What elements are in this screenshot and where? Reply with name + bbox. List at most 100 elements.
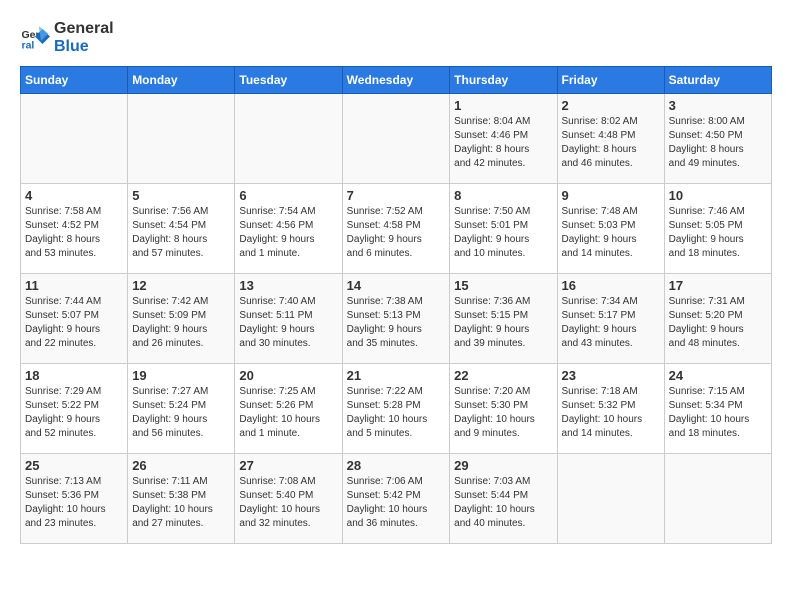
- week-row-4: 25Sunrise: 7:13 AM Sunset: 5:36 PM Dayli…: [21, 454, 772, 544]
- week-row-1: 4 Sunrise: 7:58 AM Sunset: 4:52 PM Daylig…: [21, 184, 772, 274]
- day-info: Sunrise: 7:08 AM Sunset: 5:40 PM Dayligh…: [239, 475, 337, 531]
- header-saturday: Saturday: [664, 67, 771, 94]
- calendar-header-row: SundayMondayTuesdayWednesdayThursdayFrid…: [21, 67, 772, 94]
- calendar-cell: 15Sunrise: 7:36 AM Sunset: 5:15 PM Dayli…: [450, 274, 557, 364]
- day-number: 29: [454, 458, 552, 473]
- calendar-cell: 20 Sunrise: 7:25 AM Sunset: 5:26 PM Dayli…: [235, 364, 342, 454]
- calendar-cell: 5 Sunrise: 7:56 AM Sunset: 4:54 PM Daylig…: [128, 184, 235, 274]
- logo: Gene ral General Blue: [20, 20, 114, 56]
- calendar-cell: 10 Sunrise: 7:46 AM Sunset: 5:05 PM Dayli…: [664, 184, 771, 274]
- day-number: 21: [347, 368, 446, 383]
- day-number: 10: [669, 188, 767, 203]
- day-number: 17: [669, 278, 767, 293]
- day-info: Sunrise: 7:22 AM Sunset: 5:28 PM Dayligh…: [347, 385, 446, 441]
- calendar-cell: 1 Sunrise: 8:04 AM Sunset: 4:46 PM Daylig…: [450, 94, 557, 184]
- day-info: Sunrise: 7:42 AM Sunset: 5:09 PM Dayligh…: [132, 295, 230, 351]
- logo-general: General: [54, 20, 114, 38]
- day-info: Sunrise: 7:44 AM Sunset: 5:07 PM Dayligh…: [25, 295, 123, 351]
- day-info: Sunrise: 7:38 AM Sunset: 5:13 PM Dayligh…: [347, 295, 446, 351]
- calendar-cell: [664, 454, 771, 544]
- calendar-cell: 17 Sunrise: 7:31 AM Sunset: 5:20 PM Dayli…: [664, 274, 771, 364]
- day-info: Sunrise: 7:11 AM Sunset: 5:38 PM Dayligh…: [132, 475, 230, 531]
- calendar-cell: [342, 94, 450, 184]
- day-info: Sunrise: 7:31 AM Sunset: 5:20 PM Dayligh…: [669, 295, 767, 351]
- day-number: 25: [25, 458, 123, 473]
- day-info: Sunrise: 7:29 AM Sunset: 5:22 PM Dayligh…: [25, 385, 123, 441]
- calendar-cell: 14 Sunrise: 7:38 AM Sunset: 5:13 PM Dayli…: [342, 274, 450, 364]
- day-number: 3: [669, 98, 767, 113]
- logo-icon: Gene ral: [20, 23, 50, 53]
- week-row-0: 1 Sunrise: 8:04 AM Sunset: 4:46 PM Daylig…: [21, 94, 772, 184]
- day-info: Sunrise: 7:06 AM Sunset: 5:42 PM Dayligh…: [347, 475, 446, 531]
- day-info: Sunrise: 7:58 AM Sunset: 4:52 PM Dayligh…: [25, 205, 123, 261]
- day-info: Sunrise: 8:02 AM Sunset: 4:48 PM Dayligh…: [562, 115, 660, 171]
- calendar-cell: [557, 454, 664, 544]
- day-number: 7: [347, 188, 446, 203]
- day-info: Sunrise: 7:18 AM Sunset: 5:32 PM Dayligh…: [562, 385, 660, 441]
- day-info: Sunrise: 7:54 AM Sunset: 4:56 PM Dayligh…: [239, 205, 337, 261]
- header: Gene ral General Blue: [20, 20, 772, 56]
- calendar-cell: [235, 94, 342, 184]
- day-number: 28: [347, 458, 446, 473]
- calendar-cell: 21 Sunrise: 7:22 AM Sunset: 5:28 PM Dayli…: [342, 364, 450, 454]
- header-sunday: Sunday: [21, 67, 128, 94]
- calendar-cell: [21, 94, 128, 184]
- calendar-cell: 27 Sunrise: 7:08 AM Sunset: 5:40 PM Dayli…: [235, 454, 342, 544]
- day-number: 1: [454, 98, 552, 113]
- day-info: Sunrise: 7:34 AM Sunset: 5:17 PM Dayligh…: [562, 295, 660, 351]
- calendar-table: SundayMondayTuesdayWednesdayThursdayFrid…: [20, 66, 772, 544]
- calendar-cell: 16 Sunrise: 7:34 AM Sunset: 5:17 PM Dayli…: [557, 274, 664, 364]
- day-number: 9: [562, 188, 660, 203]
- day-number: 13: [239, 278, 337, 293]
- calendar-cell: 9 Sunrise: 7:48 AM Sunset: 5:03 PM Daylig…: [557, 184, 664, 274]
- day-number: 6: [239, 188, 337, 203]
- day-info: Sunrise: 7:27 AM Sunset: 5:24 PM Dayligh…: [132, 385, 230, 441]
- calendar-cell: 11 Sunrise: 7:44 AM Sunset: 5:07 PM Dayli…: [21, 274, 128, 364]
- day-info: Sunrise: 7:25 AM Sunset: 5:26 PM Dayligh…: [239, 385, 337, 441]
- day-info: Sunrise: 7:46 AM Sunset: 5:05 PM Dayligh…: [669, 205, 767, 261]
- day-number: 12: [132, 278, 230, 293]
- calendar-cell: 28 Sunrise: 7:06 AM Sunset: 5:42 PM Dayli…: [342, 454, 450, 544]
- calendar-cell: 19 Sunrise: 7:27 AM Sunset: 5:24 PM Dayli…: [128, 364, 235, 454]
- day-number: 18: [25, 368, 123, 383]
- day-number: 16: [562, 278, 660, 293]
- day-info: Sunrise: 7:56 AM Sunset: 4:54 PM Dayligh…: [132, 205, 230, 261]
- calendar-body: 1 Sunrise: 8:04 AM Sunset: 4:46 PM Daylig…: [21, 94, 772, 544]
- calendar-cell: 26 Sunrise: 7:11 AM Sunset: 5:38 PM Dayli…: [128, 454, 235, 544]
- day-number: 24: [669, 368, 767, 383]
- day-info: Sunrise: 7:03 AM Sunset: 5:44 PM Dayligh…: [454, 475, 552, 531]
- day-number: 4: [25, 188, 123, 203]
- calendar-cell: 12 Sunrise: 7:42 AM Sunset: 5:09 PM Dayli…: [128, 274, 235, 364]
- day-number: 5: [132, 188, 230, 203]
- day-info: Sunrise: 7:20 AM Sunset: 5:30 PM Dayligh…: [454, 385, 552, 441]
- week-row-2: 11 Sunrise: 7:44 AM Sunset: 5:07 PM Dayli…: [21, 274, 772, 364]
- day-number: 2: [562, 98, 660, 113]
- calendar-cell: 8Sunrise: 7:50 AM Sunset: 5:01 PM Daylig…: [450, 184, 557, 274]
- calendar-cell: 7Sunrise: 7:52 AM Sunset: 4:58 PM Daylig…: [342, 184, 450, 274]
- calendar-cell: 24Sunrise: 7:15 AM Sunset: 5:34 PM Dayli…: [664, 364, 771, 454]
- calendar-cell: 6 Sunrise: 7:54 AM Sunset: 4:56 PM Daylig…: [235, 184, 342, 274]
- calendar-cell: 3 Sunrise: 8:00 AM Sunset: 4:50 PM Daylig…: [664, 94, 771, 184]
- logo-blue: Blue: [54, 38, 114, 56]
- calendar-cell: 25Sunrise: 7:13 AM Sunset: 5:36 PM Dayli…: [21, 454, 128, 544]
- day-number: 11: [25, 278, 123, 293]
- calendar-cell: 22 Sunrise: 7:20 AM Sunset: 5:30 PM Dayli…: [450, 364, 557, 454]
- day-info: Sunrise: 8:04 AM Sunset: 4:46 PM Dayligh…: [454, 115, 552, 171]
- header-monday: Monday: [128, 67, 235, 94]
- header-wednesday: Wednesday: [342, 67, 450, 94]
- day-number: 22: [454, 368, 552, 383]
- day-number: 26: [132, 458, 230, 473]
- day-number: 27: [239, 458, 337, 473]
- svg-text:ral: ral: [22, 40, 35, 52]
- day-number: 19: [132, 368, 230, 383]
- day-number: 14: [347, 278, 446, 293]
- day-number: 8: [454, 188, 552, 203]
- header-tuesday: Tuesday: [235, 67, 342, 94]
- day-number: 20: [239, 368, 337, 383]
- day-info: Sunrise: 7:36 AM Sunset: 5:15 PM Dayligh…: [454, 295, 552, 351]
- calendar-cell: 29 Sunrise: 7:03 AM Sunset: 5:44 PM Dayli…: [450, 454, 557, 544]
- day-info: Sunrise: 7:48 AM Sunset: 5:03 PM Dayligh…: [562, 205, 660, 261]
- day-info: Sunrise: 8:00 AM Sunset: 4:50 PM Dayligh…: [669, 115, 767, 171]
- header-thursday: Thursday: [450, 67, 557, 94]
- calendar-cell: 4 Sunrise: 7:58 AM Sunset: 4:52 PM Daylig…: [21, 184, 128, 274]
